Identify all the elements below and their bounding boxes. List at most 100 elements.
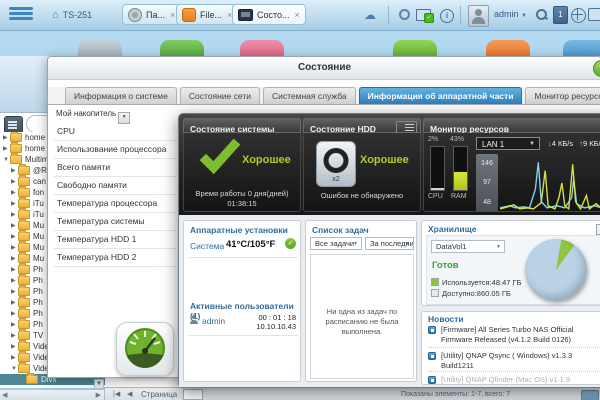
tab-3[interactable]: Информация об аппаратной части: [358, 87, 523, 104]
myqnapcloud-icon[interactable]: ☁: [362, 8, 378, 22]
volume-select[interactable]: DataVol1 ▼: [431, 240, 505, 253]
page-number-input[interactable]: [183, 389, 203, 400]
horizontal-scrollbar-thumb[interactable]: [581, 390, 599, 400]
expand-icon[interactable]: ▶: [11, 354, 18, 361]
home-device-button[interactable]: ⌂ TS-251: [52, 6, 92, 24]
volume-dropdown[interactable]: Мой накопитель ▼: [56, 109, 131, 124]
expand-icon[interactable]: ▼: [11, 366, 18, 372]
expand-icon[interactable]: ▶: [11, 277, 18, 284]
folder-name: Mu: [33, 232, 45, 241]
expand-icon[interactable]: ▶: [11, 321, 18, 328]
expand-icon[interactable]: ▼: [3, 157, 10, 163]
expand-icon[interactable]: ▶: [11, 189, 18, 196]
hdd-health-panel: Состояние HDD x2 Хорошее Ошибок не обнар…: [303, 118, 421, 212]
prev-page-icon[interactable]: ◀: [127, 390, 132, 398]
metric-row[interactable]: Использование процессора: [54, 141, 176, 159]
desktop-app-icon[interactable]: [78, 40, 122, 56]
home-icon: ⌂: [52, 9, 59, 21]
expand-icon[interactable]: ▶: [11, 167, 18, 174]
dashboard-dark-zone: Состояние системы Хорошее Время работы 0…: [179, 114, 600, 215]
storage-settings-icon[interactable]: [596, 224, 600, 235]
news-item[interactable]: [Utility] QNAP Qfinder (Mac OS) v1.1.9: [428, 375, 600, 384]
dropdown-arrow-icon: ▼: [496, 244, 501, 250]
folder-icon: [18, 241, 30, 252]
metric-row[interactable]: CPU: [54, 123, 176, 141]
task-list-card: Список задач Все задачи▼ За последни...▼…: [305, 220, 417, 382]
lan-dropdown[interactable]: LAN 1 ▼: [476, 137, 540, 150]
expand-icon[interactable]: ▶: [11, 310, 18, 317]
background-tasks-icon[interactable]: [399, 9, 410, 20]
expand-icon[interactable]: ▶: [11, 233, 18, 240]
folder-icon: [26, 373, 38, 384]
desktop-app-icon[interactable]: [240, 40, 284, 56]
tab-0[interactable]: Информация о системе: [65, 87, 177, 104]
user-menu[interactable]: admin ▼: [494, 9, 527, 19]
tab-1[interactable]: Состояние сети: [179, 87, 260, 104]
folder-icon: [18, 197, 30, 208]
desktop-preference-icon[interactable]: [588, 8, 600, 21]
news-item[interactable]: [Firmware] All Series Turbo NAS Official…: [428, 325, 600, 344]
search-icon[interactable]: [536, 9, 548, 21]
expand-icon[interactable]: ▶: [11, 255, 18, 262]
tree-horizontal-scrollbar[interactable]: ◀ ▶: [0, 389, 104, 400]
open-app-tab-system-status[interactable]: Состо... ×: [232, 4, 306, 25]
metric-row[interactable]: Температура системы: [54, 213, 176, 231]
metric-row[interactable]: Свободно памяти: [54, 177, 176, 195]
metric-row[interactable]: Температура HDD 2: [54, 249, 176, 267]
news-item[interactable]: [Utility] QNAP Qsync ( Windows) v1.3.3 B…: [428, 351, 600, 370]
metric-row[interactable]: Температура HDD 1: [54, 231, 176, 249]
expand-icon[interactable]: ▶: [11, 211, 18, 218]
folder-name: Ph: [33, 320, 43, 329]
expand-icon[interactable]: ▶: [11, 266, 18, 273]
expand-icon[interactable]: ▶: [3, 145, 10, 152]
bandwidth-graph: [500, 162, 600, 211]
tab-4[interactable]: Монитор ресурсов: [525, 87, 600, 104]
open-app-tab-file-station[interactable]: File... ×: [176, 4, 239, 25]
expand-icon[interactable]: ▶: [11, 343, 18, 350]
desktop-app-icon[interactable]: [486, 40, 530, 56]
expand-icon[interactable]: ▶: [11, 200, 18, 207]
uptime-text: Время работы 0 дня(дней) 01:38:15: [195, 189, 289, 208]
desktop-app-icon[interactable]: [160, 40, 204, 56]
session-info: 00 : 01 : 18 10.10.10.43: [256, 313, 296, 331]
expand-icon[interactable]: ▶: [11, 178, 18, 185]
tree-scroll-down-icon[interactable]: ▼: [94, 379, 104, 389]
ram-gauge: [453, 146, 468, 191]
expand-icon[interactable]: ▶: [11, 299, 18, 306]
expand-icon[interactable]: ▶: [11, 288, 18, 295]
folder-icon: [18, 219, 30, 230]
folder-name: Multim: [25, 155, 49, 164]
folder-icon: [18, 329, 30, 340]
active-user-name[interactable]: admin: [202, 316, 225, 326]
close-tab-icon[interactable]: ×: [170, 10, 175, 20]
expand-icon[interactable]: ▶: [3, 134, 10, 141]
task-period-filter[interactable]: За последни...▼: [365, 237, 414, 250]
info-icon[interactable]: i: [440, 9, 454, 23]
tab-2[interactable]: Системная служба: [262, 87, 356, 104]
scroll-right-icon[interactable]: ▶: [96, 391, 101, 399]
user-avatar[interactable]: [468, 5, 489, 27]
task-type-filter[interactable]: Все задачи ▼: [310, 237, 362, 250]
folder-name: home: [25, 144, 46, 153]
first-page-icon[interactable]: |◀: [113, 390, 120, 398]
dashboard-icon[interactable]: 1: [553, 6, 568, 24]
desktop-app-icon[interactable]: [563, 40, 600, 56]
folder-icon: [10, 132, 22, 142]
external-device-icon[interactable]: ✓: [416, 9, 434, 23]
open-app-tab-control-panel[interactable]: Па... ×: [122, 4, 182, 25]
close-tab-icon[interactable]: ×: [295, 10, 300, 20]
ram-label: RAM: [451, 193, 467, 200]
resource-monitor-app-icon[interactable]: [116, 322, 174, 376]
language-icon[interactable]: [571, 8, 586, 23]
desktop-app-icon[interactable]: [393, 40, 437, 56]
main-menu-icon[interactable]: [9, 7, 33, 22]
metric-row[interactable]: Температура процессора: [54, 195, 176, 213]
window-titlebar[interactable]: Состояние: [48, 57, 600, 80]
folder-icon: [18, 186, 30, 197]
expand-icon[interactable]: ▶: [11, 222, 18, 229]
hardware-card: Аппаратные установки Система 41°C/105°F …: [183, 220, 301, 382]
scroll-left-icon[interactable]: ◀: [2, 391, 7, 399]
expand-icon[interactable]: ▶: [11, 332, 18, 339]
expand-icon[interactable]: ▶: [11, 244, 18, 251]
metric-row[interactable]: Всего памяти: [54, 159, 176, 177]
